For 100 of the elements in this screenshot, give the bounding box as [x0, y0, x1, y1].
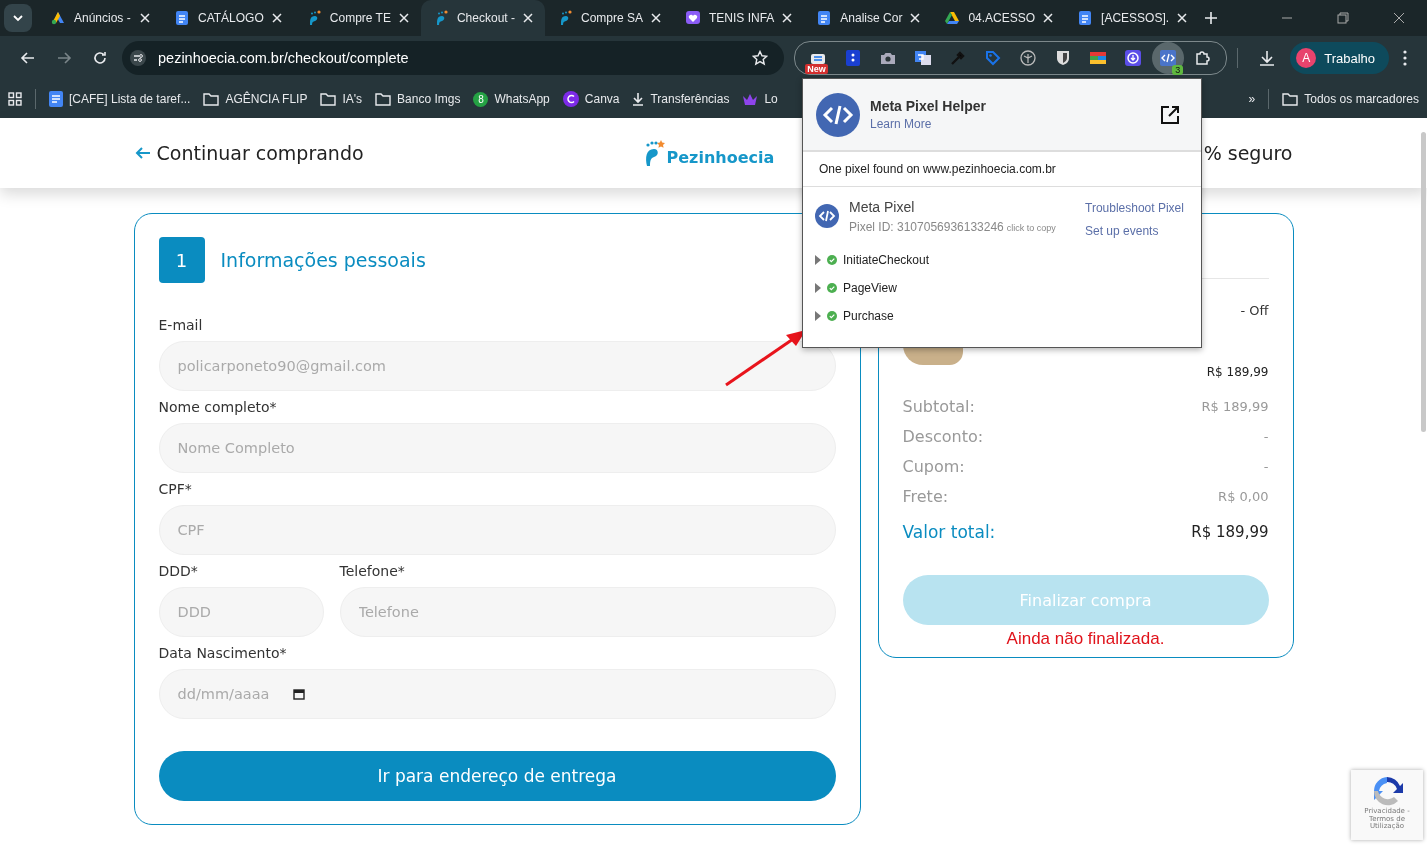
bookmark[interactable]: Transferências [632, 92, 730, 106]
bookmark[interactable]: Lo [742, 92, 778, 106]
browser-tab[interactable]: TENIS INFA [673, 0, 805, 36]
code-logo-icon [816, 92, 860, 137]
check-circle-icon [827, 283, 837, 293]
reload-icon[interactable] [92, 50, 108, 66]
url-text: pezinhoecia.com.br/checkout/complete [158, 50, 409, 66]
next-step-button[interactable]: Ir para endereço de entrega [158, 751, 836, 801]
pixel-found-text: One pixel found on www.pezinhoecia.com.br [803, 152, 1201, 187]
download-icon[interactable] [1258, 49, 1277, 67]
tag-icon[interactable] [984, 49, 1003, 67]
secure-label: % seguro [1203, 142, 1293, 164]
tab-title: 04.ACESSO [968, 11, 1036, 25]
calendar-icon[interactable] [292, 688, 305, 700]
tab-title: TENIS INFA [709, 11, 775, 25]
bookmarks-overflow[interactable]: » [1248, 92, 1256, 106]
translate-icon[interactable] [914, 49, 933, 67]
forward-icon[interactable] [56, 50, 72, 66]
pixel-action-link[interactable]: Set up events [1085, 224, 1184, 238]
ext-dots-icon[interactable] [844, 49, 863, 67]
address-bar[interactable]: pezinhoecia.com.br/checkout/complete [122, 41, 785, 75]
field-label: DDD* [158, 563, 199, 579]
continue-shopping-link[interactable]: Continuar comprando [134, 142, 643, 164]
tab-search-button[interactable] [4, 4, 32, 32]
pixel-event[interactable]: PageView [815, 274, 1189, 302]
logo-text: Pezinhoecia [666, 148, 775, 167]
document-icon [49, 91, 63, 107]
bookmark-label: Transferências [650, 92, 730, 106]
scrollbar[interactable] [1421, 132, 1426, 432]
caret-icon[interactable] [815, 255, 821, 265]
pixel-name: Meta Pixel [849, 199, 916, 215]
copy-link[interactable]: click to copy [1006, 223, 1056, 233]
bookmark-label: IA's [342, 92, 363, 106]
close-icon[interactable] [1393, 12, 1405, 24]
browser-tab[interactable]: 04.ACESSO [932, 0, 1066, 36]
browser-tab[interactable]: Compre TE [293, 0, 421, 36]
pixel-helper-button[interactable]: 3 [1152, 42, 1185, 74]
folder-icon [203, 92, 220, 106]
folder-icon [1282, 92, 1299, 106]
external-link-icon[interactable] [1160, 104, 1180, 125]
learn-more-link[interactable]: Learn More [870, 117, 1150, 131]
chevron-down-icon [12, 12, 24, 24]
input-field[interactable]: CPF [158, 505, 836, 555]
ext-square-icon[interactable] [809, 52, 828, 64]
pixel-action-link[interactable]: Troubleshoot Pixel [1085, 201, 1184, 215]
browser-tab[interactable]: CATÁLOGO [162, 0, 294, 36]
bookmark-label: [CAFE] Lista de taref... [69, 92, 191, 106]
new-badge: New [805, 63, 828, 74]
browser-tab[interactable]: Anúncios - [38, 0, 162, 36]
summary-label: Frete: [902, 486, 949, 506]
tab-title: Compre TE [329, 11, 391, 25]
browser-tab[interactable]: Compre SA [544, 0, 673, 36]
field-label: Telefone* [339, 563, 406, 579]
input-field[interactable]: Telefone [339, 587, 836, 637]
browser-tab[interactable]: Analise Cor [804, 0, 933, 36]
browser-tab[interactable]: [ACESSOS]. [1065, 0, 1200, 36]
bookmark[interactable]: AGÊNCIA FLIP [203, 92, 308, 106]
bookmark[interactable]: 8 WhatsApp [473, 91, 550, 107]
code-icon [1159, 49, 1178, 67]
puzzle-icon[interactable] [1194, 49, 1213, 67]
date-field[interactable]: dd/mm/aaaa [158, 669, 836, 719]
bookmark[interactable]: IA's [320, 92, 363, 106]
bookmark-label: Banco Imgs [397, 92, 461, 106]
field-label: CPF* [158, 481, 193, 497]
count-badge: 3 [1172, 65, 1184, 75]
profile-button[interactable]: A Trabalho [1290, 42, 1389, 74]
caret-icon[interactable] [815, 283, 821, 293]
tab-title: Analise Cor [840, 11, 903, 25]
crown-icon [742, 92, 759, 106]
bookmark[interactable]: Canva [562, 91, 620, 107]
bookmark[interactable]: [CAFE] Lista de taref... [49, 91, 191, 107]
caret-icon[interactable] [815, 311, 821, 321]
pixel-id: Pixel ID: 3107056936133246 [849, 220, 1004, 234]
restore-icon[interactable] [1337, 12, 1349, 24]
download-icon [632, 92, 645, 106]
avatar: A [1296, 48, 1317, 68]
input-field[interactable]: DDD [158, 587, 324, 637]
back-icon[interactable] [20, 50, 36, 66]
folder-icon [375, 92, 392, 106]
more-icon[interactable] [1403, 50, 1407, 66]
star-icon[interactable] [752, 50, 769, 66]
code-logo-icon [815, 204, 839, 228]
tab-title: [ACESSOS]. [1101, 11, 1170, 25]
step-number: 1 [158, 237, 205, 283]
arrow-left-icon [134, 145, 151, 161]
flag-icon[interactable] [1089, 49, 1108, 67]
browser-tab[interactable]: Checkout - [420, 0, 545, 36]
summary-value: R$ 0,00 [1218, 488, 1269, 504]
apps-grid-icon[interactable] [8, 92, 22, 106]
pixel-event[interactable]: InitiateCheckout [815, 246, 1189, 274]
field-label: Data Nascimento* [158, 645, 288, 661]
all-bookmarks[interactable]: Todos os marcadores [1282, 92, 1419, 106]
bookmark[interactable]: Banco Imgs [375, 92, 461, 106]
site-settings-icon[interactable] [130, 50, 146, 66]
product-price: R$ 189,99 [1206, 365, 1269, 379]
input-field[interactable]: Nome Completo [158, 423, 836, 473]
pixel-event[interactable]: Purchase [815, 302, 1189, 330]
total-label: Valor total: [902, 522, 996, 542]
summary-label: Subtotal: [902, 396, 975, 416]
new-tab-icon[interactable] [1205, 12, 1218, 24]
